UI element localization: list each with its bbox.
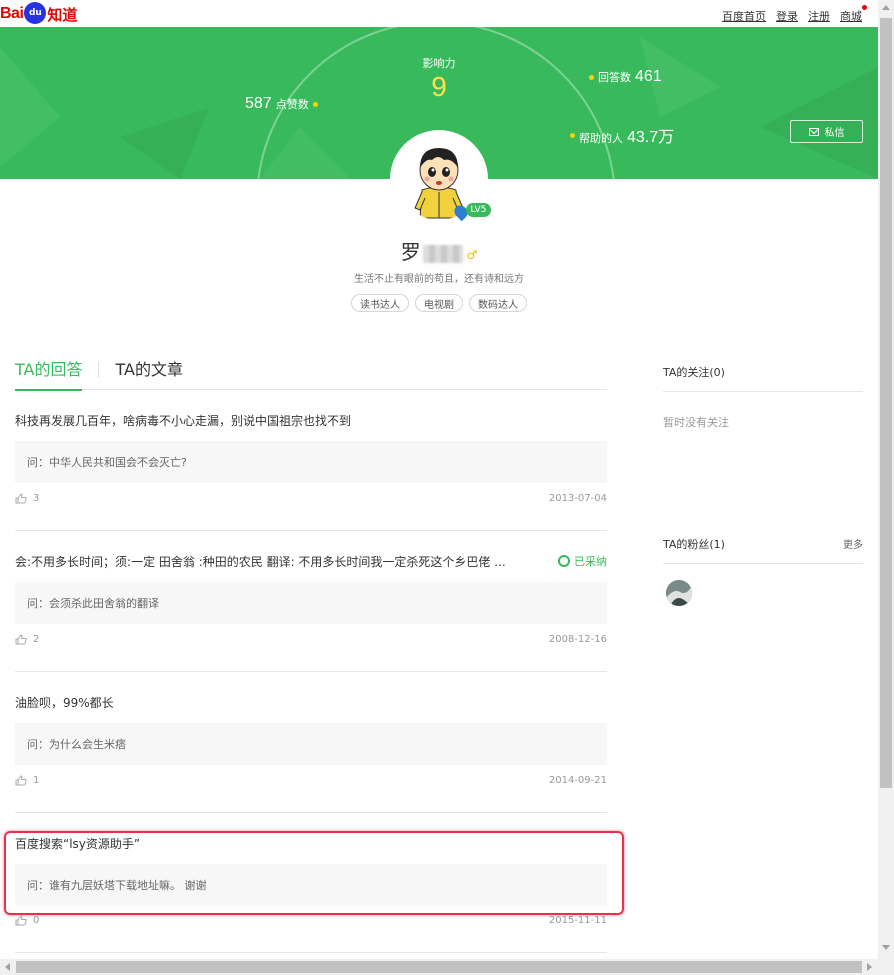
answer-date: 2015-11-11 (548, 915, 607, 926)
level-badge: LV5 (466, 203, 491, 217)
list-item: 科技再发展几百年，啥病毒不小心走漏，别说中国祖宗也找不到 问：中华人民共和国会不… (15, 390, 607, 531)
notification-dot-icon (862, 5, 867, 10)
like-count: 3 (33, 493, 40, 504)
answer-date: 2008-12-16 (548, 634, 607, 645)
like-control[interactable]: 2 (15, 634, 39, 645)
answers-label: 回答数 (598, 71, 631, 84)
horizontal-scrollbar[interactable] (0, 959, 894, 975)
answer-title[interactable]: 科技再发展几百年，啥病毒不小心走漏，别说中国祖宗也找不到 (15, 412, 351, 429)
thumbs-up-icon (15, 775, 27, 786)
fans-more-link[interactable]: 更多 (843, 536, 863, 563)
link-shop[interactable]: 商城 (840, 5, 867, 24)
thumbs-up-icon (15, 634, 27, 645)
helped-stat: 帮助的人 43.7万 (570, 123, 674, 147)
tag-reading[interactable]: 读书达人 (351, 294, 409, 312)
answer-question[interactable]: 问：为什么会生米痞 (15, 723, 607, 765)
answer-title[interactable]: 会:不用多长时间；须:一定 田舍翁 :种田的农民 翻译: 不用多长时间我一定杀死… (15, 553, 506, 570)
link-baidu-home[interactable]: 百度首页 (722, 8, 766, 24)
tab-answers[interactable]: TA的回答 (15, 358, 83, 391)
content-tabs: TA的回答 TA的文章 (15, 358, 607, 391)
adopted-label: 已采纳 (574, 555, 607, 568)
stat-dot-icon (570, 132, 575, 138)
answer-question[interactable]: 问：会须杀此田舍翁的翻译 (15, 582, 607, 624)
link-shop-label: 商城 (840, 10, 862, 23)
user-tags: 读书达人 电视剧 数码达人 (0, 294, 878, 312)
likes-label: 点赞数 (275, 98, 309, 111)
scroll-down-arrow-icon[interactable] (882, 945, 890, 950)
link-login[interactable]: 登录 (776, 8, 798, 24)
mail-icon (808, 127, 819, 136)
tag-tv[interactable]: 电视剧 (415, 294, 463, 312)
scroll-left-arrow-icon[interactable] (5, 963, 10, 971)
logo-text-bai: Bai (0, 5, 24, 22)
like-count: 2 (33, 634, 40, 645)
top-links: 百度首页 登录 注册 商城 (722, 5, 867, 24)
paw-icon: du (24, 2, 47, 24)
fans-header: TA的粉丝(1) 更多 (663, 536, 863, 564)
answers-stat: 回答数 461 (589, 68, 662, 86)
answer-date: 2014-09-21 (548, 775, 607, 786)
answer-footer: 0 2015-11-11 (15, 915, 607, 926)
like-control[interactable]: 1 (15, 775, 39, 786)
vertical-scroll-thumb[interactable] (880, 18, 892, 788)
list-item: 油脸呗，99%都长 问：为什么会生米痞 1 2014-09-21 (15, 672, 607, 813)
stat-dot-icon (312, 101, 318, 107)
like-count: 0 (33, 915, 40, 926)
fan-avatar[interactable] (666, 580, 692, 606)
baidu-zhidao-logo[interactable]: Bai du 知道 (0, 2, 77, 26)
scroll-up-arrow-icon[interactable] (882, 5, 890, 10)
likes-count: 587 (245, 95, 272, 112)
answer-question[interactable]: 问：中华人民共和国会不会灭亡? (15, 441, 607, 483)
influence-label: 影响力 (422, 57, 456, 70)
stat-dot-icon (589, 74, 594, 80)
answers-list: 科技再发展几百年，啥病毒不小心走漏，别说中国祖宗也找不到 问：中华人民共和国会不… (15, 390, 607, 953)
link-register[interactable]: 注册 (808, 8, 830, 24)
tab-articles[interactable]: TA的文章 (115, 358, 182, 390)
like-control[interactable]: 3 (15, 493, 39, 504)
list-item: 会:不用多长时间；须:一定 田舍翁 :种田的农民 翻译: 不用多长时间我一定杀死… (15, 531, 607, 672)
tag-digital[interactable]: 数码达人 (469, 294, 527, 312)
following-empty: 暂时没有关注 (663, 416, 729, 429)
following-header: TA的关注(0) (663, 364, 863, 392)
answer-footer: 3 2013-07-04 (15, 493, 607, 504)
username-redacted (422, 244, 463, 263)
influence-value: 9 (431, 71, 447, 102)
answer-title[interactable]: 百度搜索“lsy资源助手” (15, 835, 140, 852)
adopted-badge: 已采纳 (558, 553, 607, 569)
male-icon: ♂ (466, 248, 478, 262)
horizontal-scroll-thumb[interactable] (16, 961, 862, 973)
user-motto: 生活不止有眼前的苟且，还有诗和远方 (354, 274, 524, 285)
private-message-button[interactable]: 私信 (790, 120, 863, 143)
answer-footer: 1 2014-09-21 (15, 775, 607, 786)
thumbs-up-icon (15, 915, 27, 926)
answer-footer: 2 2008-12-16 (15, 634, 607, 645)
likes-stat: 587 点赞数 (245, 95, 318, 113)
vertical-scrollbar[interactable] (878, 0, 894, 959)
top-bar: Bai du 知道 百度首页 登录 注册 商城 (0, 0, 878, 27)
following-title[interactable]: TA的关注(0) (663, 364, 725, 391)
like-control[interactable]: 0 (15, 915, 39, 926)
logo-text-zhidao: 知道 (47, 5, 78, 24)
private-message-label: 私信 (824, 128, 845, 139)
answer-title[interactable]: 油脸呗，99%都长 (15, 694, 114, 711)
medal-icon (558, 555, 570, 567)
helped-count: 43.7万 (627, 129, 675, 146)
answer-date: 2013-07-04 (548, 493, 607, 504)
scroll-right-arrow-icon[interactable] (867, 963, 872, 971)
answers-count: 461 (635, 68, 662, 85)
fan-avatar-image (666, 580, 692, 606)
list-item: 百度搜索“lsy资源助手” 问：谁有九层妖塔下载地址嘛。 谢谢 0 2015-1… (15, 813, 607, 953)
answer-question[interactable]: 问：谁有九层妖塔下载地址嘛。 谢谢 (15, 864, 607, 906)
tab-divider (98, 362, 100, 378)
fans-title[interactable]: TA的粉丝(1) (663, 536, 725, 563)
username: 罗 ♂ (0, 236, 878, 265)
thumbs-up-icon (15, 493, 27, 504)
helped-label: 帮助的人 (579, 132, 623, 145)
like-count: 1 (33, 775, 40, 786)
username-text: 罗 (400, 240, 421, 264)
